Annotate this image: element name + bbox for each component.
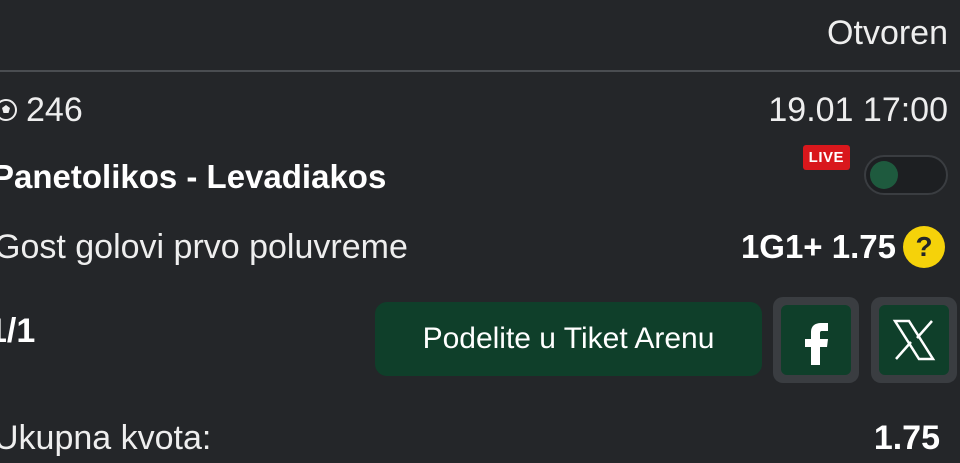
facebook-icon [805, 323, 828, 365]
live-toggle[interactable] [864, 155, 948, 195]
x-icon [892, 319, 936, 361]
ticket-status: Otvoren [827, 14, 948, 52]
event-id-number: 246 [26, 90, 83, 129]
divider [0, 70, 960, 72]
bet-fraction: 1/1 [0, 312, 36, 350]
x-share-button[interactable] [871, 297, 957, 383]
total-label: Ukupna kvota: [0, 418, 212, 457]
toggle-knob [870, 161, 898, 189]
live-badge: LIVE [802, 145, 850, 170]
market-name: Gost golovi prvo poluvreme [0, 227, 408, 266]
svg-text:?: ? [915, 231, 932, 262]
pick-odds: 1G1+ 1.75 ? [741, 225, 946, 269]
facebook-share-button[interactable] [773, 297, 859, 383]
event-id: 246 [0, 91, 83, 130]
market-row: Gost golovi prvo poluvreme 1G1+ 1.75 ? [0, 222, 960, 272]
event-header-row: 246 19.01 17:00 [0, 88, 960, 132]
total-row: Ukupna kvota: 1.75 [0, 418, 960, 458]
match-name: Panetolikos - Levadiakos [0, 158, 387, 195]
share-arena-button[interactable]: Podelite u Tiket Arenu [375, 302, 762, 376]
pick-odds-value: 1.75 [831, 228, 896, 265]
share-arena-label: Podelite u Tiket Arenu [422, 322, 715, 355]
help-icon[interactable]: ? [902, 225, 946, 269]
total-value: 1.75 [873, 418, 940, 457]
pick-label: 1G1+ [740, 228, 823, 265]
soccer-ball-icon [0, 99, 17, 121]
ticket-panel: Otvoren 246 19.01 17:00 Panetolikos - Le… [0, 0, 960, 463]
event-datetime: 19.01 17:00 [768, 90, 948, 129]
